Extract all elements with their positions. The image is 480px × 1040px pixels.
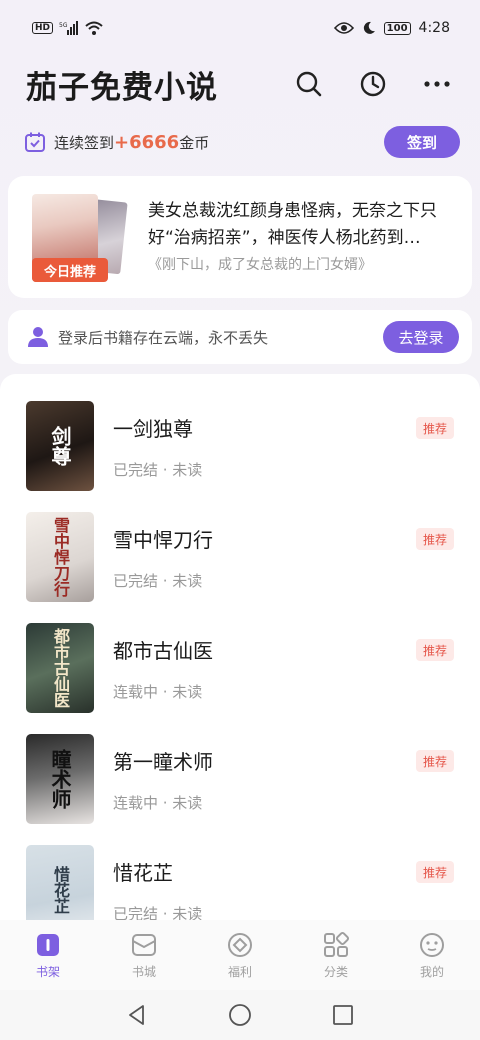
tab-label: 书架: [35, 964, 60, 979]
login-text: 登录后书籍存在云端，永不丢失: [58, 328, 269, 347]
login-banner: 登录后书籍存在云端，永不丢失 去登录: [8, 310, 472, 364]
book-cover: 都市古仙医: [26, 623, 94, 713]
bookstore-icon: [132, 933, 156, 956]
eye-icon: [333, 22, 354, 34]
book-item[interactable]: 都市古仙医 都市古仙医 连载中 · 未读 推荐: [0, 623, 480, 734]
network-label: 5G: [59, 22, 68, 29]
calendar-check-icon: [25, 132, 45, 152]
history-clock-icon[interactable]: [354, 65, 392, 103]
tab-label: 福利: [227, 964, 252, 979]
book-cover: 剑尊: [26, 401, 94, 491]
more-icon[interactable]: [418, 65, 456, 103]
recommend-tag: 今日推荐: [32, 258, 108, 282]
book-title: 雪中悍刀行: [113, 528, 213, 552]
header-actions: [290, 65, 456, 103]
login-info: 登录后书籍存在云端，永不丢失: [26, 325, 268, 349]
bookshelf-icon: [37, 933, 59, 956]
signin-suffix: 金币: [179, 133, 210, 152]
tab-label: 书城: [131, 964, 156, 979]
battery-indicator: 100: [383, 21, 411, 35]
system-nav-bar: [0, 990, 480, 1040]
hd-badge: HD: [32, 22, 54, 34]
book-status: 已完结 · 未读: [113, 461, 203, 479]
recommend-badge: 推荐: [416, 750, 454, 772]
app-title: 茄子免费小说: [26, 69, 218, 106]
search-icon[interactable]: [290, 65, 328, 103]
login-button[interactable]: 去登录: [383, 321, 459, 353]
signin-info: 连续签到+6666金币: [24, 131, 209, 153]
book-item[interactable]: 瞳术师 第一瞳术师 连载中 · 未读 推荐: [0, 734, 480, 845]
app-header: 茄子免费小说: [0, 56, 480, 112]
recents-icon[interactable]: [332, 1004, 354, 1026]
tab-label: 分类: [323, 964, 348, 979]
recommend-badge: 推荐: [416, 861, 454, 883]
book-title: 惜花芷: [113, 861, 173, 885]
tab-bookstore[interactable]: 书城: [96, 931, 192, 980]
user-icon: [28, 327, 48, 347]
tab-profile[interactable]: 我的: [384, 931, 480, 980]
signin-coin-amount: +6666: [114, 131, 180, 153]
book-status: 连载中 · 未读: [113, 794, 203, 812]
book-item[interactable]: 雪中悍刀行 雪中悍刀行 已完结 · 未读 推荐: [0, 512, 480, 623]
signin-button[interactable]: 签到: [384, 126, 460, 158]
tab-bookshelf[interactable]: 书架: [0, 931, 96, 980]
recommend-badge: 推荐: [416, 528, 454, 550]
book-status: 已完结 · 未读: [113, 572, 203, 590]
book-item[interactable]: 惜花芷 惜花芷 已完结 · 未读 推荐: [0, 845, 480, 930]
clock-time: 4:28: [418, 20, 450, 36]
recommend-badge: 推荐: [416, 417, 454, 439]
recommend-description: 美女总裁沈红颜身患怪病，无奈之下只好“治病招亲”，神医传人杨北药到…: [148, 201, 437, 248]
home-icon[interactable]: [228, 1003, 252, 1027]
status-left: HD 5G: [32, 21, 103, 35]
signin-prefix: 连续签到: [54, 133, 115, 152]
book-cover: 瞳术师: [26, 734, 94, 824]
book-title: 都市古仙医: [113, 639, 213, 663]
recommend-card[interactable]: 今日推荐 美女总裁沈红颜身患怪病，无奈之下只好“治病招亲”，神医传人杨北药到… …: [8, 176, 472, 298]
signin-row: 连续签到+6666金币 签到: [24, 124, 460, 160]
moon-icon: [363, 21, 375, 34]
status-right: 100 4:28: [333, 20, 450, 36]
tab-welfare[interactable]: 福利: [192, 931, 288, 980]
recommend-source: 《刚下山，成了女总裁的上门女婿》: [148, 257, 372, 273]
signal-icon: 5G: [59, 21, 79, 35]
bookshelf-list: 剑尊 一剑独尊 已完结 · 未读 推荐 雪中悍刀行 雪中悍刀行 已完结 · 未读…: [0, 374, 480, 930]
category-icon: [324, 931, 350, 957]
tab-category[interactable]: 分类: [288, 931, 384, 980]
profile-icon: [420, 932, 444, 957]
book-title: 第一瞳术师: [113, 750, 213, 774]
book-title: 一剑独尊: [113, 417, 193, 441]
book-cover: 雪中悍刀行: [26, 512, 94, 602]
recommend-badge: 推荐: [416, 639, 454, 661]
bottom-tab-bar: 书架 书城 福利 分类 我的: [0, 920, 480, 990]
book-cover: 惜花芷: [26, 845, 94, 930]
status-bar: HD 5G 100 4:28: [0, 0, 480, 56]
welfare-icon: [228, 932, 252, 957]
wifi-icon: [85, 21, 103, 35]
tab-label: 我的: [419, 964, 444, 979]
back-icon[interactable]: [126, 1004, 148, 1026]
book-item[interactable]: 剑尊 一剑独尊 已完结 · 未读 推荐: [0, 401, 480, 512]
book-status: 连载中 · 未读: [113, 683, 203, 701]
